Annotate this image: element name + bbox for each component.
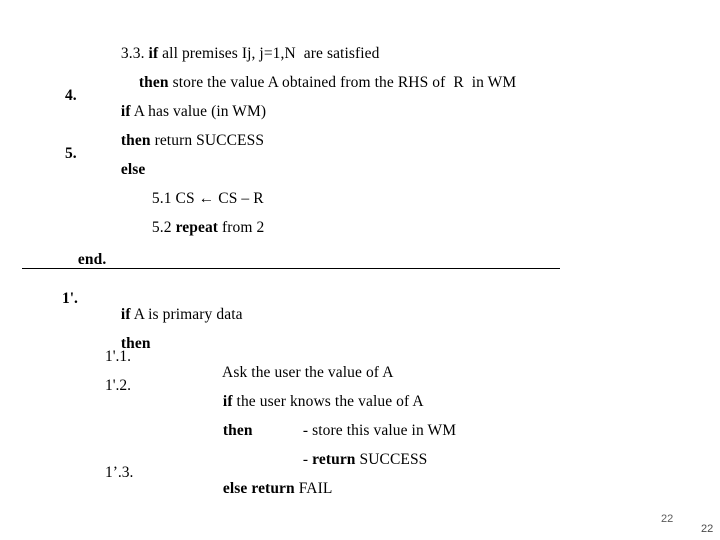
- keyword-repeat: repeat: [175, 219, 219, 236]
- section-divider: [22, 268, 560, 269]
- step-label-1-prime-2: 1'.2.: [105, 377, 132, 394]
- clause-text: SUCCESS: [355, 451, 428, 468]
- algorithm-line-5-2: 5.2 repeat from 2: [136, 204, 264, 252]
- clause-text: from 2: [218, 219, 265, 236]
- step-number-5-2: 5.2: [151, 219, 176, 236]
- keyword-end: end.: [77, 251, 107, 268]
- slide-canvas: 3.3. if all premises Ij, j=1,N are satis…: [0, 0, 720, 540]
- page-number-primary: 22: [661, 513, 674, 525]
- algorithm-line-1-prime-2-then: then: [207, 407, 253, 455]
- step-label-1-prime-3: 1’.3.: [105, 464, 134, 481]
- step-label-4: 4.: [65, 87, 77, 104]
- algorithm-line-end: end.: [62, 236, 106, 284]
- step-label-1-prime: 1'.: [62, 290, 78, 307]
- keyword-else-return: else return: [222, 480, 295, 497]
- clause-text: FAIL: [294, 480, 333, 497]
- algorithm-line-1-prime-3: else return FAIL: [207, 465, 332, 513]
- keyword-then: then: [222, 422, 253, 439]
- clause-text: return SUCCESS: [150, 132, 265, 149]
- page-number-secondary: 22: [701, 523, 714, 535]
- step-label-5: 5.: [65, 145, 77, 162]
- step-label-1-prime-1: 1'.1.: [105, 348, 132, 365]
